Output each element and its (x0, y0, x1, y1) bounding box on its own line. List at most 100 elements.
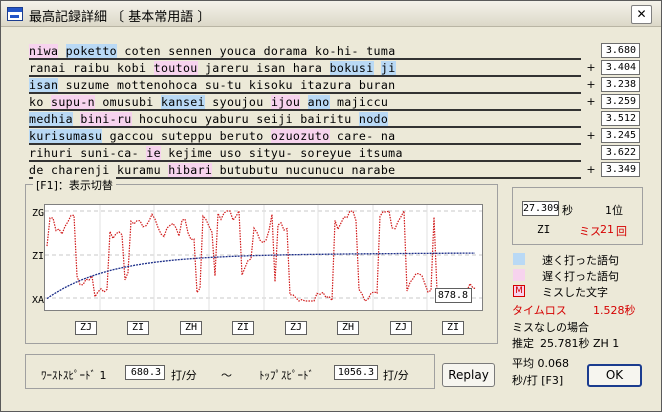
line-delta-mark: + (586, 95, 596, 108)
typed-line-4: ko supu-n omusubi kansei syoujou ijou an… (29, 94, 581, 111)
word-text (374, 61, 381, 75)
word-text: jareru isan hara (197, 61, 330, 75)
grade-axis-label-middle: ZI (32, 251, 45, 262)
typed-line-3: isan suzume mottenohoca su-tu kisoku ita… (29, 77, 581, 94)
word-text: gaccou suteppu beruto (102, 129, 271, 143)
miss-swatch: M (513, 285, 525, 297)
time-loss-label: タイムロス (512, 304, 567, 317)
line-delta-mark: + (586, 163, 596, 176)
line-score: 3.512 (601, 111, 640, 126)
fast-swatch (513, 253, 525, 265)
line-score: 3.259 (601, 94, 640, 109)
fast-word: medhia (29, 112, 73, 126)
word-text: syoujou (204, 95, 271, 109)
fast-word: kansei (160, 95, 205, 109)
speed-graph[interactable] (44, 204, 483, 311)
miss-label: ミス (579, 225, 601, 238)
fast-word: poketto (65, 44, 117, 58)
word-text: omusubi (94, 95, 161, 109)
fast-word: kurisumasu (29, 129, 103, 143)
worst-speed-label: ﾜｰｽﾄｽﾋﾟｰﾄﾞ 1 (41, 369, 107, 382)
typed-line-7: rihuri suni-ca- ie kejime uso sityu- sor… (29, 145, 581, 162)
segment-grade-5: ZJ (285, 321, 307, 335)
slow-swatch (513, 269, 525, 281)
fast-word: ji (380, 61, 396, 75)
typed-line-5: medhia bini-ru hocuhocu yaburu seiji bai… (29, 111, 581, 128)
slow-word: toutou (153, 61, 198, 75)
average-line1: 平均 0.068 (512, 357, 569, 370)
record-detail-window: 最高記録詳細 〔 基本常用語 〕 ✕ niwa poketto coten se… (0, 0, 662, 412)
line-score: 3.238 (601, 77, 640, 92)
top-speed-label: ﾄｯﾌﾟｽﾋﾟｰﾄﾞ (259, 369, 314, 382)
title-bar: 最高記録詳細 〔 基本常用語 〕 ✕ (1, 1, 661, 27)
slow-word: niwa (29, 44, 59, 58)
word-text: hocuhocu yaburu seiji bairitu (131, 112, 359, 126)
top-speed-value: 1056.3 (334, 365, 378, 380)
line-delta-mark: + (586, 129, 596, 142)
worst-speed-unit: 打/分 (171, 369, 197, 382)
slow-word: hibari (168, 163, 213, 177)
line-score: 3.404 (601, 60, 640, 75)
estimate-label: 推定 (512, 337, 534, 350)
word-text: care- na (329, 129, 396, 143)
line-score: 3.622 (601, 145, 640, 160)
typed-line-6: kurisumasu gaccou suteppu beruto ozuozut… (29, 128, 581, 145)
speed-range-separator: 〜 (221, 369, 232, 382)
word-text: ranai raibu kobi (29, 61, 154, 75)
app-window-icon (7, 7, 23, 21)
replay-button[interactable]: Replay (442, 363, 495, 387)
estimate-value: 25.781秒 ZH 1 (540, 337, 620, 350)
segment-grade-1: ZJ (75, 321, 97, 335)
graph-time-readout: 878.8 (435, 288, 472, 303)
grade-axis-label-bottom: XA (32, 295, 45, 306)
segment-grade-2: ZI (127, 321, 149, 335)
grade-axis-label-top: ZG (32, 208, 45, 219)
close-button[interactable]: ✕ (631, 5, 652, 24)
slow-word: bini-ru (80, 112, 132, 126)
time-loss-value: 1.528秒 (593, 304, 636, 317)
speed-trace (46, 208, 477, 303)
line-score: 3.680 (601, 43, 640, 58)
typed-line-2: ranai raibu kobi toutou jareru isan hara… (29, 60, 581, 77)
worst-speed-value: 680.3 (125, 365, 165, 380)
window-title: 最高記録詳細 〔 基本常用語 〕 (29, 10, 211, 25)
legend-miss-text: ミスした文字 (542, 286, 608, 299)
fast-word: ano (307, 95, 330, 109)
top-speed-unit: 打/分 (383, 369, 409, 382)
segment-grade-3: ZH (180, 321, 202, 335)
slow-word: ie (146, 146, 161, 160)
line-delta-mark: + (586, 61, 596, 74)
slow-word: ozuozuto (270, 129, 330, 143)
ok-button[interactable]: OK (587, 364, 642, 387)
typed-line-1: niwa poketto coten sennen youca dorama k… (29, 43, 581, 60)
total-time-value: 27.309 (522, 201, 560, 216)
segment-grade-7: ZJ (390, 321, 412, 335)
word-text: butubutu nucunucu narabe (212, 163, 396, 177)
word-text: de charenji kuramu (29, 163, 169, 177)
line-delta-mark: + (586, 78, 596, 91)
average-line2: 秒/打 [F3] (512, 374, 564, 387)
fast-word: nodo (358, 112, 389, 126)
word-text: kejime uso sityu- soreyue itsuma (160, 146, 403, 160)
no-miss-label: ミスなしの場合 (512, 321, 589, 334)
slow-word: supu-n (51, 95, 95, 109)
legend-fast-text: 速く打った語句 (542, 254, 619, 267)
line-score: 3.349 (601, 162, 640, 177)
word-text: rihuri suni-ca- (29, 146, 147, 160)
word-text (300, 95, 307, 109)
word-text: ko (29, 95, 51, 109)
segment-grade-4: ZI (232, 321, 254, 335)
miss-count: 21 (600, 223, 614, 236)
fast-word: bokusi (329, 61, 374, 75)
miss-unit: 回 (616, 225, 627, 238)
segment-grade-8: ZI (442, 321, 464, 335)
seconds-unit: 秒 (562, 204, 573, 217)
line-score: 3.245 (601, 128, 640, 143)
word-text (58, 44, 65, 58)
display-toggle-label: [F1]：表示切替 (33, 177, 116, 193)
word-text: coten sennen youca dorama ko-hi- tuma (116, 44, 396, 58)
fast-word: isan (29, 78, 59, 92)
word-text: majiccu (329, 95, 389, 109)
word-text: suzume mottenohoca su-tu kisoku itazura … (58, 78, 396, 92)
legend-slow-text: 遅く打った語句 (542, 270, 619, 283)
